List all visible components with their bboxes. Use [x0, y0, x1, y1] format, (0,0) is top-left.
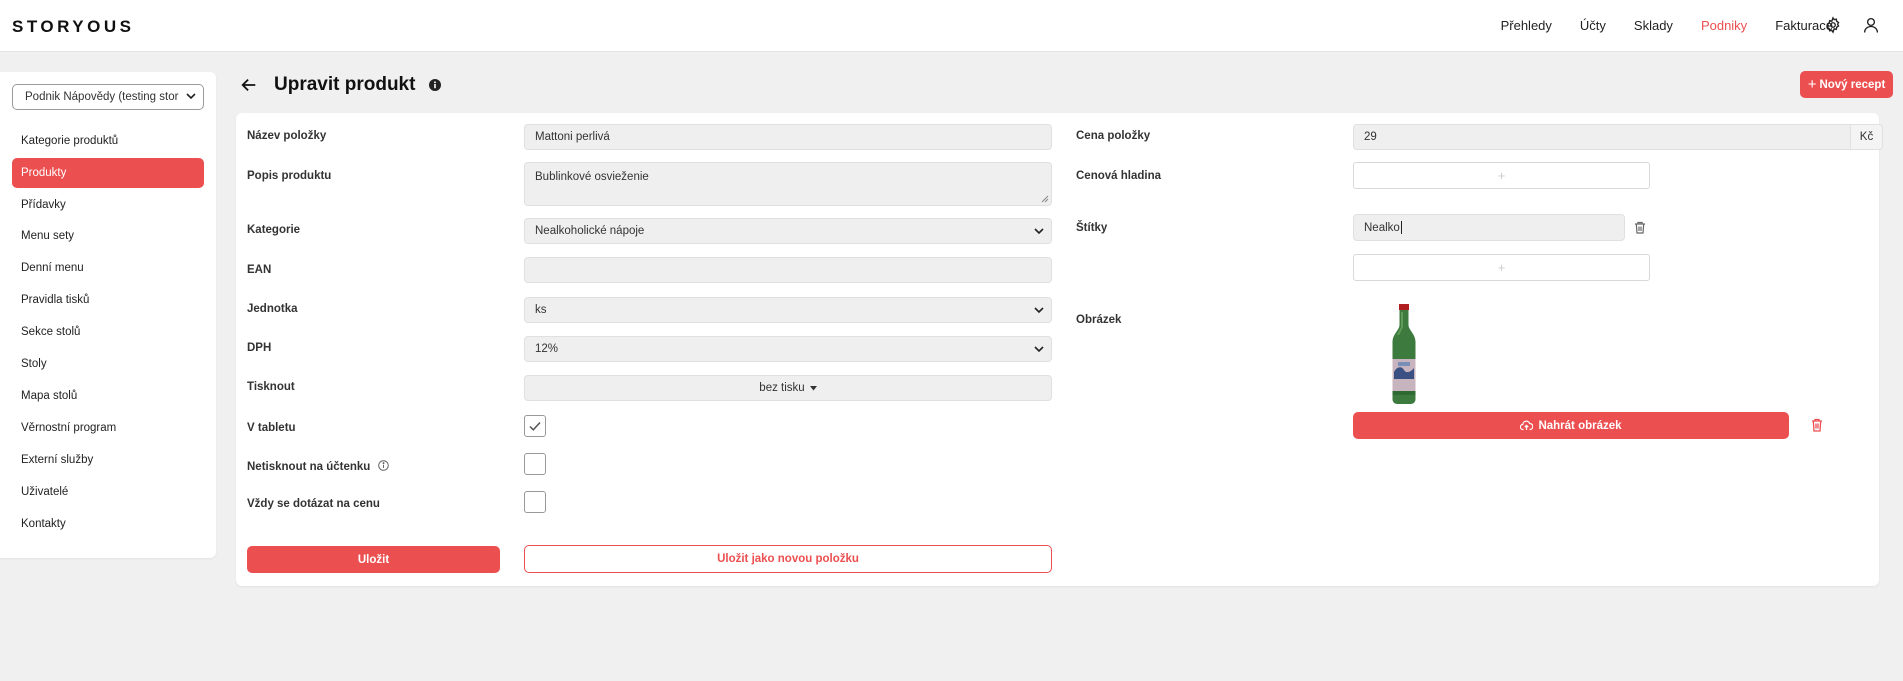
unit-label: Jednotka [247, 303, 298, 315]
price-label: Cena položky [1076, 130, 1151, 142]
ean-label: EAN [247, 264, 272, 276]
category-value: Nealkoholické nápoje [535, 225, 645, 237]
user-icon[interactable] [1862, 16, 1880, 34]
save-as-new-button[interactable]: Uložit jako novou položku [524, 545, 1052, 573]
no-receipt-label-text: Netisknout na účtenku [247, 461, 371, 473]
print-label: Tisknout [247, 381, 295, 393]
sidebar-item-kategorie-produktu[interactable]: Kategorie produktů [12, 126, 204, 156]
image-label: Obrázek [1076, 314, 1122, 326]
trash-icon[interactable] [1634, 221, 1646, 234]
venue-select[interactable]: Podnik Nápovědy (testing stor [12, 84, 204, 110]
sidebar-item-externi-sluzby[interactable]: Externí služby [12, 445, 204, 475]
save-button[interactable]: Uložit [247, 546, 500, 573]
nav-ucty[interactable]: Účty [1580, 18, 1606, 33]
product-image [1392, 304, 1416, 404]
sidebar-item-denni-menu[interactable]: Denní menu [12, 253, 204, 283]
sidebar-item-mapa-stolu[interactable]: Mapa stolů [12, 381, 204, 411]
price-input[interactable]: 29 [1353, 124, 1851, 150]
venue-select-value: Podnik Nápovědy (testing stor [25, 91, 179, 103]
nav-sklady[interactable]: Sklady [1634, 18, 1673, 33]
page-header: Upravit produkt [240, 70, 442, 100]
unit-select[interactable]: ks [524, 297, 1052, 323]
caret-down-icon [809, 385, 817, 390]
sidebar-item-vernostni-program[interactable]: Věrnostní program [12, 413, 204, 443]
unit-value: ks [535, 304, 547, 316]
category-select[interactable]: Nealkoholické nápoje [524, 218, 1052, 244]
tablet-label: V tabletu [247, 422, 296, 434]
sidebar-item-sekce-stolu[interactable]: Sekce stolů [12, 317, 204, 347]
top-bar: STORYOUS Přehledy Účty Sklady Podniky Fa… [0, 0, 1903, 52]
no-receipt-label: Netisknout na účtenku [247, 460, 389, 473]
product-form-card: Název položky Mattoni perlivá Popis prod… [236, 113, 1883, 586]
description-textarea[interactable]: Bublinkové osvieženie [524, 162, 1052, 206]
sidebar: Podnik Nápovědy (testing stor Kategorie … [0, 72, 216, 558]
back-arrow-icon[interactable] [240, 76, 258, 94]
sidebar-item-kontakty[interactable]: Kontakty [12, 509, 204, 539]
sidebar-item-pridavky[interactable]: Přídavky [12, 190, 204, 220]
description-value: Bublinkové osvieženie [535, 171, 649, 183]
sidebar-item-uzivatele[interactable]: Uživatelé [12, 477, 204, 507]
gear-icon[interactable] [1824, 16, 1842, 34]
plus-icon: + [1497, 168, 1506, 183]
main-nav: Přehledy Účty Sklady Podniky Fakturace [1473, 0, 1833, 50]
info-outline-icon[interactable] [377, 460, 389, 471]
tag-input[interactable]: Nealko [1353, 214, 1625, 241]
resize-handle-icon[interactable] [1041, 195, 1049, 203]
new-recipe-button[interactable]: + Nový recept [1800, 71, 1893, 98]
tags-label: Štítky [1076, 222, 1108, 234]
cloud-upload-icon [1520, 420, 1534, 431]
chevron-down-icon [186, 93, 196, 100]
plus-icon: + [1497, 260, 1506, 275]
sidebar-item-produkty[interactable]: Produkty [12, 158, 204, 188]
vat-select[interactable]: 12% [524, 336, 1052, 362]
category-label: Kategorie [247, 224, 301, 236]
vat-value: 12% [535, 343, 559, 355]
no-receipt-checkbox[interactable] [524, 453, 546, 475]
upload-image-button[interactable]: Nahrát obrázek [1353, 412, 1789, 439]
name-input-value: Mattoni perlivá [535, 131, 610, 143]
description-label: Popis produktu [247, 170, 332, 182]
nav-podniky[interactable]: Podniky [1701, 18, 1747, 33]
upload-image-label: Nahrát obrázek [1538, 419, 1622, 432]
page-title: Upravit produkt [274, 74, 416, 95]
text-cursor [1400, 221, 1402, 234]
currency-suffix: Kč [1851, 124, 1883, 150]
ask-price-label: Vždy se dotázat na cenu [247, 498, 380, 510]
sidebar-item-pravidla-tisku[interactable]: Pravidla tisků [12, 285, 204, 315]
price-value: 29 [1364, 131, 1377, 143]
name-input[interactable]: Mattoni perlivá [524, 124, 1052, 150]
print-value: bez tisku [759, 382, 805, 394]
vat-label: DPH [247, 342, 272, 354]
checkmark-icon [529, 421, 541, 431]
nav-prehledy[interactable]: Přehledy [1501, 18, 1552, 33]
info-icon[interactable] [429, 79, 442, 91]
add-price-level-button[interactable]: + [1353, 162, 1650, 189]
tag-value: Nealko [1364, 221, 1400, 234]
storyous-logo[interactable]: STORYOUS [12, 17, 134, 37]
add-tag-button[interactable]: + [1353, 254, 1650, 281]
sidebar-item-stoly[interactable]: Stoly [12, 349, 204, 379]
price-level-label: Cenová hladina [1076, 170, 1161, 182]
chevron-down-icon [1034, 307, 1044, 314]
ask-price-checkbox[interactable] [524, 491, 546, 513]
name-label: Název položky [247, 130, 327, 142]
chevron-down-icon [1034, 228, 1044, 235]
trash-icon[interactable] [1811, 418, 1823, 432]
new-recipe-label: Nový recept [1819, 78, 1886, 91]
print-dropdown[interactable]: bez tisku [524, 375, 1052, 401]
ean-input[interactable] [524, 257, 1052, 283]
chevron-down-icon [1034, 346, 1044, 353]
tablet-checkbox[interactable] [524, 415, 546, 437]
sidebar-item-menu-sety[interactable]: Menu sety [12, 221, 204, 251]
plus-icon: + [1807, 76, 1817, 93]
